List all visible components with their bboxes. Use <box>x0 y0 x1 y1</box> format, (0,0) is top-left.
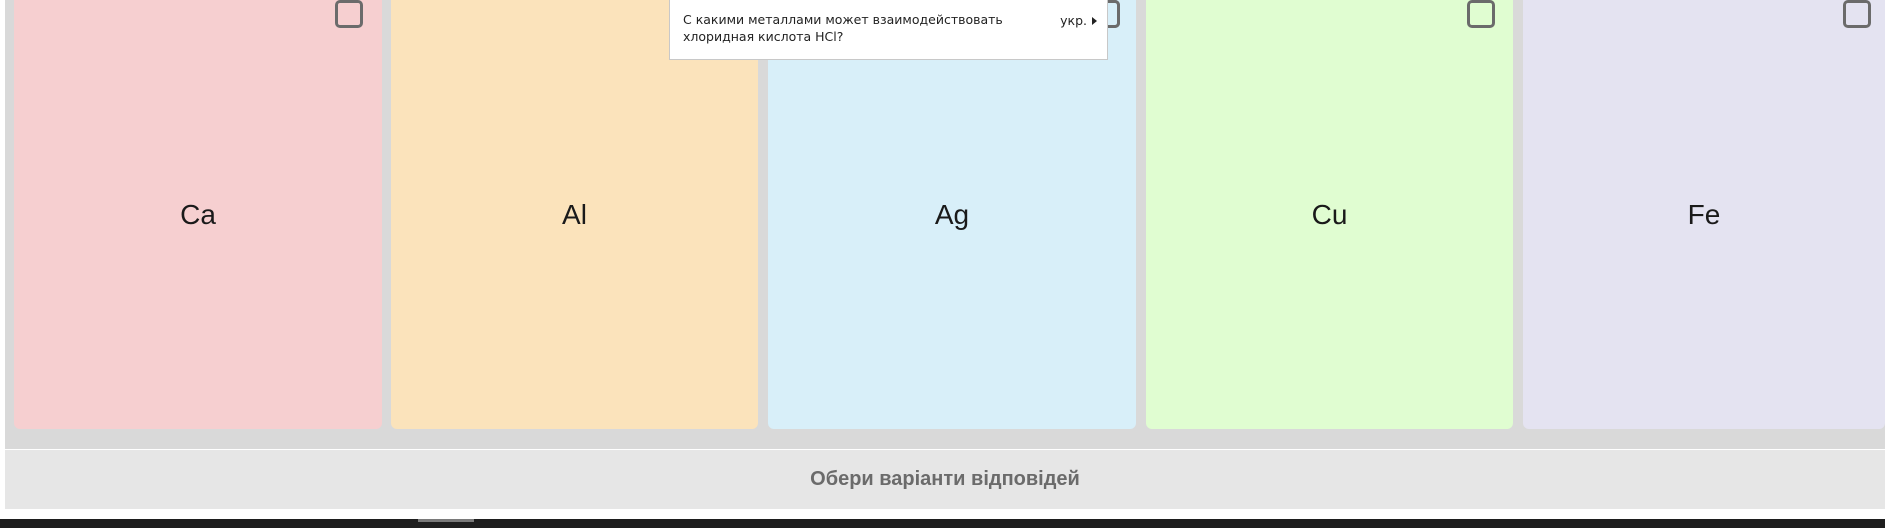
answer-card-cu[interactable]: Cu <box>1146 0 1513 429</box>
choose-answers-label: Обери варіанти відповідей <box>810 468 1080 490</box>
answer-label: Cu <box>1311 198 1348 230</box>
caret-right-icon <box>1092 16 1097 25</box>
answer-checkbox-fe[interactable] <box>1843 0 1871 28</box>
answer-label: Ca <box>180 198 216 230</box>
language-label: укр. <box>1060 13 1087 28</box>
strip-marker <box>418 519 474 522</box>
answer-checkbox-ca[interactable] <box>335 0 363 28</box>
question-popup: С какими металлами может взаимодействова… <box>669 0 1108 60</box>
answer-card-al[interactable]: Al <box>391 0 758 429</box>
answer-label: Ag <box>934 198 970 230</box>
answer-card-ag[interactable]: Ag <box>768 0 1136 429</box>
quiz-app: Ca Al Ag Cu Fe С какими металлами может … <box>0 0 1885 528</box>
question-text: С какими металлами может взаимодействова… <box>683 12 1003 44</box>
answer-card-fe[interactable]: Fe <box>1523 0 1885 429</box>
choose-answers-bar[interactable]: Обери варіанти відповідей <box>5 450 1885 509</box>
answer-label: Al <box>562 198 587 230</box>
answer-checkbox-cu[interactable] <box>1467 0 1495 28</box>
answers-panel: Ca Al Ag Cu Fe <box>5 0 1885 449</box>
bottom-strip <box>0 519 1885 528</box>
answer-label: Fe <box>1687 198 1721 230</box>
language-switch[interactable]: укр. <box>1060 13 1097 28</box>
answer-card-ca[interactable]: Ca <box>14 0 382 429</box>
